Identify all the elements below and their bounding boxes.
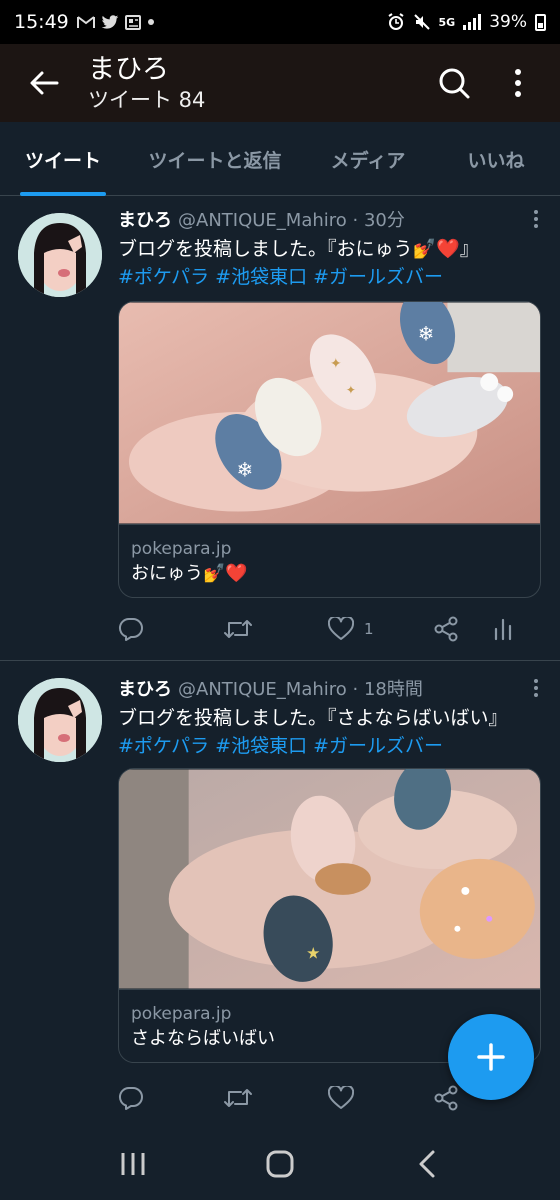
page-title: まひろ (88, 54, 169, 85)
tweet-actions: 1 (118, 611, 528, 647)
back-button[interactable] (0, 44, 88, 122)
overflow-menu-button[interactable] (486, 44, 550, 122)
hashtags: #ポケパラ #池袋東口 #ガールズバー (118, 732, 542, 760)
link-card[interactable]: ❄ ✦ ✦ ❄ pokepara.jp おにゅう💅❤️ (118, 301, 541, 598)
card-title: おにゅう💅❤️ (131, 563, 248, 584)
hashtag-link[interactable]: #ポケパラ (118, 266, 209, 288)
avatar[interactable] (18, 678, 102, 762)
search-button[interactable] (422, 44, 486, 122)
gmail-icon (76, 15, 95, 29)
svg-text:❄: ❄ (236, 459, 253, 482)
user-handle[interactable]: @ANTIQUE_Mahiro (178, 210, 347, 231)
status-time: 15:49 (14, 11, 69, 33)
svg-text:★: ★ (306, 944, 320, 963)
tweet-text: ブログを投稿しました。『おにゅう💅❤️』 (118, 238, 479, 260)
tab-label: メディア (330, 149, 406, 172)
tab-media[interactable]: メディア (304, 122, 432, 196)
notification-dot-icon (147, 18, 155, 26)
like-button[interactable]: 1 (328, 611, 433, 647)
tweet-time[interactable]: · 18時間 (353, 679, 423, 700)
tweet-text: ブログを投稿しました。『さよならばいばい』 (118, 707, 508, 729)
search-icon (439, 68, 470, 99)
svg-text:✦: ✦ (330, 356, 342, 372)
back-arrow-icon (30, 71, 59, 95)
heart-icon (328, 1086, 354, 1109)
status-bar: 15:49 5G 39% (0, 0, 560, 44)
reply-icon (118, 617, 143, 641)
tab-tweets-and-replies[interactable]: ツイートと返信 (126, 122, 304, 196)
hashtag-link[interactable]: #ガールズバー (313, 266, 443, 288)
tweet-header: まひろ @ANTIQUE_Mahiro · 18時間 (118, 676, 542, 704)
analytics-button[interactable] (493, 611, 523, 647)
battery-percent: 39% (489, 12, 527, 32)
recent-apps-button[interactable] (103, 1134, 163, 1194)
tweet-time[interactable]: · 30分 (353, 210, 405, 231)
svg-text:✦: ✦ (346, 383, 356, 397)
display-name[interactable]: まひろ (118, 679, 172, 700)
signal-icon (463, 14, 482, 30)
mute-icon (413, 13, 431, 31)
more-vertical-icon (515, 69, 521, 97)
system-nav-bar (0, 1128, 560, 1200)
display-name[interactable]: まひろ (118, 210, 172, 231)
hashtags: #ポケパラ #池袋東口 #ガールズバー (118, 263, 542, 291)
tweet[interactable]: まひろ @ANTIQUE_Mahiro · 30分 ブログを投稿しました。『おにゅ… (0, 197, 560, 661)
tab-label: ツイート (24, 149, 101, 172)
tab-likes[interactable]: いいね (432, 122, 560, 196)
analytics-icon (494, 618, 512, 641)
like-count: 1 (364, 620, 374, 638)
avatar[interactable] (18, 213, 102, 297)
tweet-header: まひろ @ANTIQUE_Mahiro · 30分 (118, 207, 542, 235)
active-tab-indicator (20, 192, 106, 196)
card-image: ★ (119, 769, 540, 989)
hashtag-link[interactable]: #ガールズバー (313, 735, 443, 757)
profile-header: まひろ ツイート 84 (0, 44, 560, 122)
card-image: ❄ ✦ ✦ ❄ (119, 302, 540, 524)
share-icon (434, 1085, 458, 1111)
reply-button[interactable] (118, 611, 223, 647)
tab-label: いいね (467, 149, 525, 172)
retweet-icon (224, 620, 252, 638)
reply-icon (118, 1086, 143, 1110)
alarm-icon (387, 13, 405, 31)
system-back-button[interactable] (397, 1134, 457, 1194)
tab-tweets[interactable]: ツイート (0, 122, 126, 196)
retweet-button[interactable] (223, 1080, 328, 1116)
tab-label: ツイートと返信 (148, 149, 282, 172)
share-icon (434, 616, 458, 642)
reply-button[interactable] (118, 1080, 223, 1116)
battery-icon (535, 13, 546, 31)
hashtag-link[interactable]: #池袋東口 (215, 735, 307, 757)
network-label: 5G (438, 15, 456, 29)
tweet-more-button[interactable] (524, 207, 548, 231)
card-domain: pokepara.jp (131, 539, 232, 559)
hashtag-link[interactable]: #ポケパラ (118, 735, 209, 757)
plus-icon (477, 1043, 505, 1071)
chevron-left-icon (419, 1150, 435, 1178)
twitter-icon (101, 14, 119, 30)
retweet-icon (224, 1089, 252, 1107)
retweet-button[interactable] (223, 611, 328, 647)
profile-tabs: ツイート ツイートと返信 メディア いいね (0, 122, 560, 196)
share-button[interactable] (433, 611, 493, 647)
user-handle[interactable]: @ANTIQUE_Mahiro (178, 679, 347, 700)
svg-text:❄: ❄ (418, 322, 435, 345)
tweet-more-button[interactable] (524, 676, 548, 700)
heart-icon (328, 617, 354, 640)
like-button[interactable] (328, 1080, 433, 1116)
recent-apps-icon (121, 1153, 145, 1175)
tweet-count: ツイート 84 (88, 88, 206, 112)
news-icon (124, 14, 141, 30)
hashtag-link[interactable]: #池袋東口 (215, 266, 307, 288)
home-button[interactable] (250, 1134, 310, 1194)
home-icon (266, 1150, 294, 1178)
compose-tweet-button[interactable] (448, 1014, 534, 1100)
